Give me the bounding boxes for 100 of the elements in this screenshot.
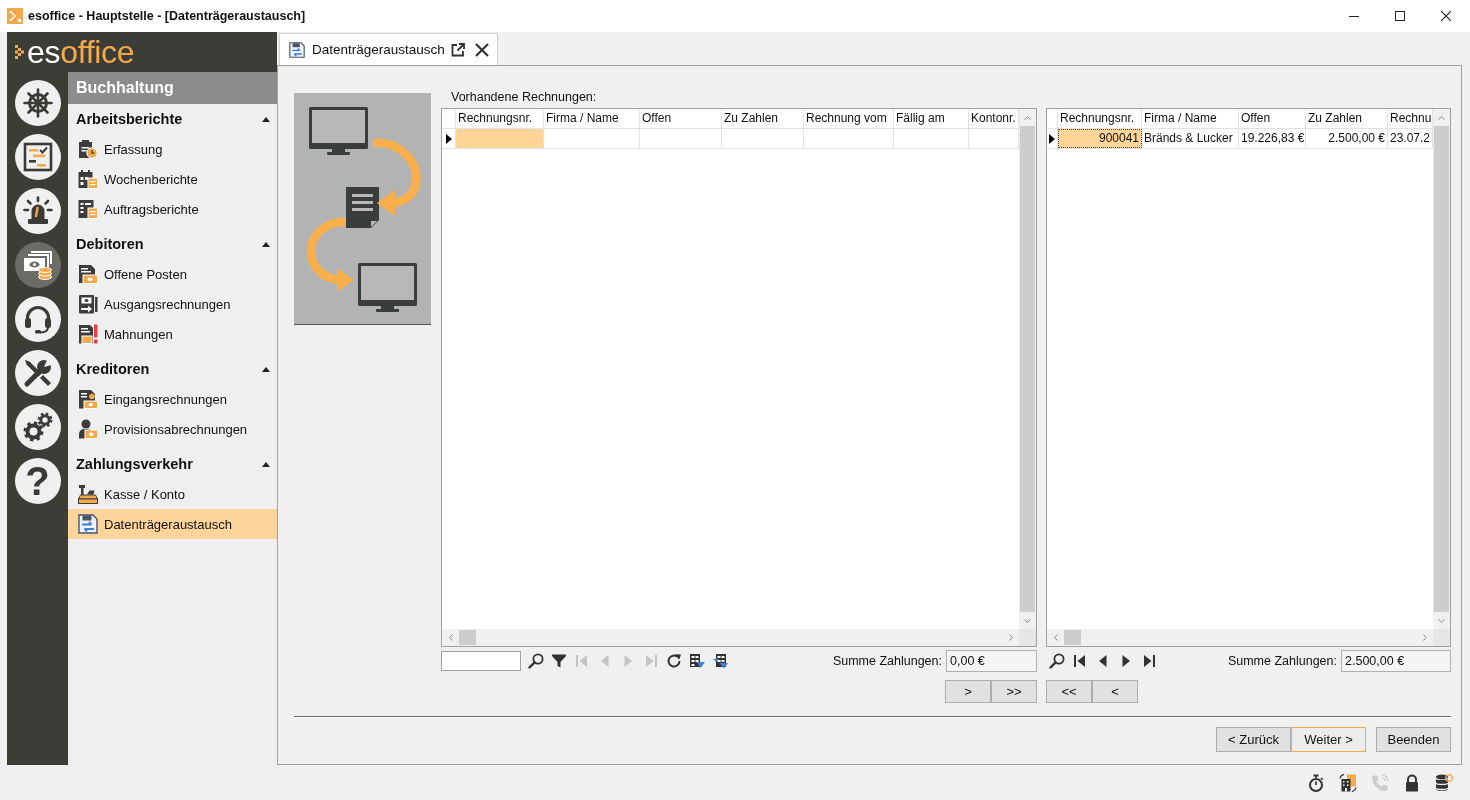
chevron-right-icon[interactable] (1009, 634, 1013, 641)
nav-item[interactable]: Kasse / Konto (68, 479, 277, 509)
lock-icon[interactable] (1403, 773, 1421, 792)
sum-label: Summe Zahlungen: (832, 654, 942, 668)
nav-item[interactable]: Datenträgeraustausch (68, 509, 277, 539)
column-header[interactable]: Offen (1239, 109, 1306, 128)
minimize-icon (1349, 15, 1359, 17)
chevron-up-icon[interactable] (1438, 116, 1445, 120)
section-header[interactable]: Kreditoren (68, 354, 277, 384)
gears-icon (22, 412, 53, 442)
chevron-left-icon[interactable] (1054, 634, 1058, 641)
module-button[interactable] (14, 296, 61, 342)
nav-item[interactable]: Eingangsrechnungen (68, 384, 277, 414)
floppy-arrows-icon (78, 514, 98, 534)
search-field[interactable] (441, 651, 521, 671)
scrollbar-thumb[interactable] (1434, 126, 1449, 612)
cash-register-icon (78, 484, 98, 504)
nav-item[interactable]: Auftragsberichte (68, 194, 277, 224)
table-caption: Vorhandene Rechnungen: (451, 90, 597, 104)
sum-field[interactable]: 0,00 € (946, 650, 1037, 672)
panel-title: Buchhaltung (68, 72, 277, 104)
floppy-arrows-icon (289, 41, 305, 58)
close-icon[interactable] (474, 42, 489, 57)
table-cell: 19.226,83 € (1239, 129, 1306, 148)
move-button[interactable]: >> (991, 680, 1037, 703)
search-icon[interactable] (528, 653, 544, 669)
wizard-button[interactable]: Beenden (1376, 727, 1451, 752)
scrollbar-thumb[interactable] (459, 630, 476, 645)
nav-item[interactable]: Wochenberichte (68, 164, 277, 194)
column-header[interactable]: Zu Zahlen (1306, 109, 1388, 128)
filter-icon[interactable] (551, 653, 567, 669)
app-icon (7, 8, 23, 24)
module-button[interactable] (14, 404, 61, 450)
section-header[interactable]: Arbeitsberichte (68, 104, 277, 134)
nav-item[interactable]: Erfassung (68, 134, 277, 164)
pop-out-icon[interactable] (450, 42, 465, 57)
horizontal-scrollbar[interactable] (442, 629, 1019, 646)
refresh-icon[interactable] (666, 653, 682, 669)
table-cell: 900041 (1058, 129, 1142, 148)
vertical-scrollbar[interactable] (1433, 109, 1450, 629)
nav-item[interactable]: Offene Posten (68, 259, 277, 289)
wizard-button[interactable]: Weiter > (1291, 727, 1366, 752)
module-button[interactable] (14, 134, 61, 180)
table-cell: Bränds & Lucker (1142, 129, 1239, 148)
column-header[interactable]: Rechnungsnr. (456, 109, 544, 128)
move-button[interactable]: < (1092, 680, 1138, 703)
tab[interactable]: Datenträgeraustausch (279, 33, 498, 65)
column-header[interactable]: Fällig am (894, 109, 969, 128)
column-header[interactable]: Firma / Name (544, 109, 640, 128)
nav-item[interactable]: Ausgangsrechnungen (68, 289, 277, 319)
section-header[interactable]: Debitoren (68, 229, 277, 259)
headset-icon (22, 304, 53, 334)
vertical-scrollbar[interactable] (1019, 109, 1036, 629)
stopwatch-icon[interactable] (1307, 773, 1325, 792)
scrollbar-thumb[interactable] (1020, 126, 1035, 612)
move-button[interactable]: << (1046, 680, 1092, 703)
first-icon[interactable] (1072, 653, 1088, 669)
chevron-right-icon[interactable] (1423, 634, 1427, 641)
table-arrow-icon[interactable] (689, 653, 705, 669)
table-arrows-icon[interactable] (712, 653, 728, 669)
move-button[interactable]: > (945, 680, 991, 703)
column-header[interactable]: Zu Zahlen (722, 109, 804, 128)
chevron-down-icon[interactable] (1024, 619, 1031, 623)
column-header[interactable]: Rechnungsnr. (1058, 109, 1142, 128)
nav-item[interactable]: Provisionsabrechnungen (68, 414, 277, 444)
scrollbar-corner (1019, 629, 1036, 646)
document-money-icon (78, 264, 98, 284)
scrollbar-thumb[interactable] (1064, 630, 1081, 645)
module-button[interactable] (14, 350, 61, 396)
column-header[interactable]: Rechnung vom (804, 109, 894, 128)
column-header[interactable]: Offen (640, 109, 722, 128)
wizard-button[interactable]: < Zurück (1216, 727, 1291, 752)
chevron-down-icon[interactable] (1438, 619, 1445, 623)
column-header[interactable]: Firma / Name (1142, 109, 1239, 128)
tools-icon (22, 358, 53, 388)
module-button[interactable] (14, 242, 61, 288)
scrollbar-corner (1433, 629, 1450, 646)
module-button[interactable]: ? (14, 458, 61, 504)
calendar-icon (78, 169, 98, 189)
dotted-chevron-icon (15, 45, 24, 59)
buildings-icon[interactable] (1339, 773, 1357, 792)
section-header[interactable]: Zahlungsverkehr (68, 449, 277, 479)
ship-wheel-icon (22, 88, 53, 118)
logo-text: esoffice (27, 33, 135, 72)
clipboard-clock-icon (78, 139, 98, 159)
chevron-up-icon[interactable] (1024, 116, 1031, 120)
document-arrow-icon (78, 294, 98, 314)
money-coins-icon (22, 250, 53, 280)
chevron-left-icon[interactable] (449, 634, 453, 641)
search-icon[interactable] (1049, 653, 1065, 669)
sum-field[interactable]: 2.500,00 € (1341, 650, 1451, 672)
sum-label: Summe Zahlungen: (1227, 654, 1337, 668)
last-icon[interactable] (1141, 653, 1157, 669)
close-icon (1441, 11, 1451, 21)
planning-board-icon (22, 142, 53, 172)
horizontal-scrollbar[interactable] (1047, 629, 1433, 646)
module-button[interactable] (14, 188, 61, 234)
database-icon[interactable] (1435, 773, 1453, 792)
nav-item[interactable]: Mahnungen (68, 319, 277, 349)
module-button[interactable] (14, 80, 61, 126)
